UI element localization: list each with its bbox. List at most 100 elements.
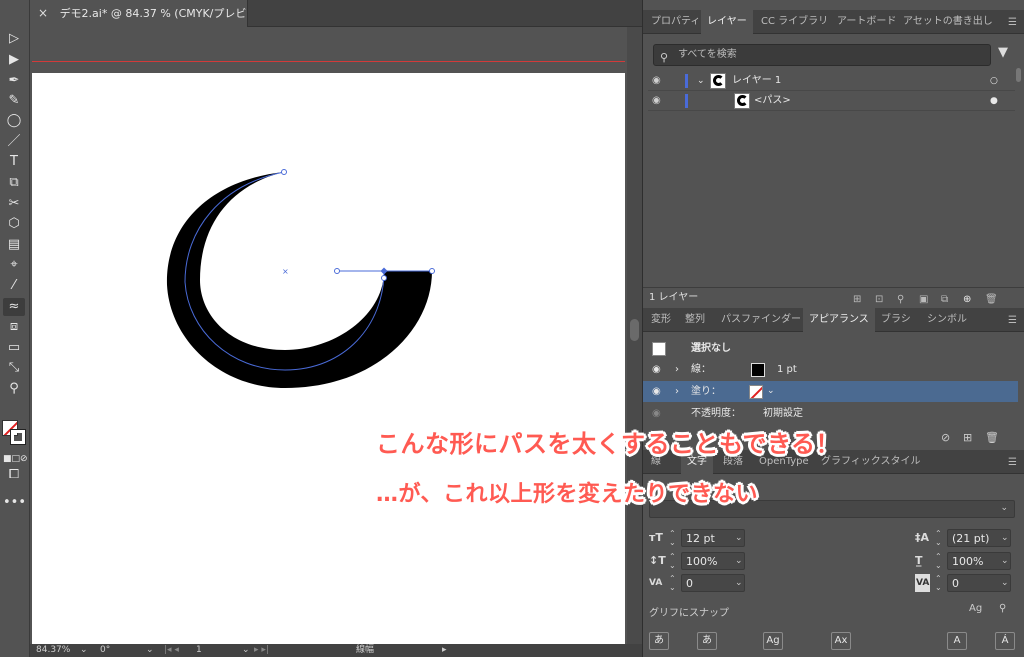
artboard-tool-icon[interactable]: ▭ xyxy=(3,339,25,357)
zoom-tool-icon[interactable]: ⚲ xyxy=(3,380,25,398)
eyedropper-tool-icon[interactable]: ⁄ xyxy=(3,277,25,295)
snap-xheight-icon[interactable]: あ xyxy=(697,632,717,650)
stepper-icon[interactable]: ⌃ ⌄ xyxy=(669,529,676,547)
tab-artboards[interactable]: アートボード xyxy=(831,10,902,34)
chevron-down-icon[interactable]: ⌄ xyxy=(1001,552,1009,570)
artboard[interactable] xyxy=(32,73,625,644)
direct-selection-tool-icon[interactable]: ▶ xyxy=(3,51,25,69)
stepper-icon[interactable]: ⌃ ⌄ xyxy=(935,552,942,570)
expand-chevron-icon[interactable]: ⌄ xyxy=(697,71,705,91)
paintbrush-tool-icon[interactable]: ／ xyxy=(3,133,25,151)
new-layer-icon[interactable]: ⊕ xyxy=(963,290,971,310)
tab-brushes[interactable]: ブラシ xyxy=(875,308,917,332)
stroke-swatch[interactable] xyxy=(751,363,765,377)
chevron-down-icon[interactable]: ⌄ xyxy=(1001,574,1009,592)
fill-none-swatch[interactable] xyxy=(749,385,763,399)
close-tab-icon[interactable]: × xyxy=(38,6,48,20)
fill-stroke-icon[interactable] xyxy=(2,420,26,446)
chevron-down-icon[interactable]: ⌄ xyxy=(735,552,743,570)
opacity-row[interactable]: ◉ 不透明度： 初期設定 xyxy=(643,403,1018,424)
tab-pathfinder[interactable]: パスファインダー xyxy=(715,308,807,332)
opacity-value[interactable]: 初期設定 xyxy=(763,403,803,424)
snap-anchor-icon[interactable]: Á xyxy=(995,632,1015,650)
new-sublayer-icon[interactable]: ⧉ xyxy=(941,290,948,310)
stroke-row[interactable]: ◉ › 線： 1 pt xyxy=(643,359,1018,380)
snap-glyph-bounds-icon[interactable]: Ag xyxy=(763,632,783,650)
filter-icon[interactable]: ▼ xyxy=(998,45,1008,60)
visibility-eye-icon[interactable]: ◉ xyxy=(652,403,661,424)
panel-menu-icon[interactable]: ☰ xyxy=(1008,315,1017,326)
tab-cc-libraries[interactable]: CC ライブラリ xyxy=(755,10,834,34)
delete-layer-icon[interactable]: 🗑 xyxy=(985,290,998,310)
tab-transform[interactable]: 変形 xyxy=(645,308,677,332)
artboard-number[interactable]: 1 xyxy=(196,644,202,657)
zoom-dropdown-icon[interactable]: ⌄ xyxy=(80,644,88,657)
vertical-scrollbar[interactable] xyxy=(627,27,642,644)
delete-item-icon[interactable]: 🗑 xyxy=(985,431,999,444)
kerning-control[interactable]: VA ⌃ ⌄ 0 ⌄ xyxy=(649,574,749,592)
rotation-dropdown-icon[interactable]: ⌄ xyxy=(146,644,154,657)
layer-name[interactable]: レイヤー 1 xyxy=(732,71,781,91)
visibility-eye-icon[interactable]: ◉ xyxy=(652,91,661,111)
zoom-level[interactable]: 84.37% xyxy=(36,644,70,657)
pen-tool-icon[interactable]: ✒ xyxy=(3,72,25,90)
scissors-tool-icon[interactable]: ✂ xyxy=(3,195,25,213)
clipping-mask-icon[interactable]: ▣ xyxy=(919,290,928,310)
visibility-eye-icon[interactable]: ◉ xyxy=(652,381,661,402)
locate-object-icon[interactable]: ⚲ xyxy=(897,290,904,310)
layers-search-input[interactable]: ⚲ すべてを検索 xyxy=(653,44,991,66)
expand-chevron-icon[interactable]: › xyxy=(675,359,679,380)
rotate-tool-icon[interactable]: ⧉ xyxy=(3,174,25,192)
document-tab[interactable]: × デモ2.ai* @ 84.37 % (CMYK/プレビュー) xyxy=(30,0,248,47)
snap-angular-icon[interactable]: A xyxy=(947,632,967,650)
tab-layers[interactable]: レイヤー xyxy=(701,10,753,34)
type-tool-icon[interactable]: T xyxy=(3,153,25,171)
panel-menu-icon[interactable]: ☰ xyxy=(1008,17,1017,28)
gradient-tool-icon[interactable]: ▤ xyxy=(3,236,25,254)
duplicate-item-icon[interactable]: ⊞ xyxy=(963,431,972,444)
curvature-tool-icon[interactable]: ✎ xyxy=(3,92,25,110)
panel-menu-icon[interactable]: ☰ xyxy=(1008,457,1017,468)
slice-tool-icon[interactable]: ⤡ xyxy=(3,359,25,377)
fill-dropdown-icon[interactable]: ⌄ xyxy=(767,381,775,402)
stepper-icon[interactable]: ⌃ ⌄ xyxy=(669,574,676,592)
stepper-icon[interactable]: ⌃ ⌄ xyxy=(935,574,942,592)
rotation-value[interactable]: 0° xyxy=(100,644,110,657)
expand-chevron-icon[interactable]: › xyxy=(675,381,679,402)
stroke-weight[interactable]: 1 pt xyxy=(777,359,797,380)
chevron-down-icon[interactable]: ⌄ xyxy=(1001,529,1009,547)
draw-mode-icon[interactable]: ⧠ xyxy=(3,466,25,484)
clear-appearance-icon[interactable]: ⊘ xyxy=(941,431,950,444)
snap-options-icon[interactable]: ⚲ xyxy=(999,603,1006,614)
horizontal-scale-control[interactable]: T̲ ⌃ ⌄ 100% ⌄ xyxy=(915,552,1015,570)
tab-asset-export[interactable]: アセットの書き出し xyxy=(897,10,999,34)
snap-glyph-icon[interactable]: Ag xyxy=(969,603,982,614)
tab-align[interactable]: 整列 xyxy=(679,308,711,332)
layers-scrollbar-thumb[interactable] xyxy=(1016,68,1021,82)
scrollbar-thumb[interactable] xyxy=(630,319,639,341)
shape-builder-tool-icon[interactable]: ⬡ xyxy=(3,215,25,233)
artboard-dropdown-icon[interactable]: ⌄ xyxy=(242,644,250,657)
chevron-down-icon[interactable]: ⌄ xyxy=(735,529,743,547)
target-circle-icon[interactable]: ○ xyxy=(990,71,998,91)
status-menu-icon[interactable]: ▸ xyxy=(442,644,447,657)
tab-symbols[interactable]: シンボル xyxy=(921,308,973,332)
ellipse-tool-icon[interactable]: ◯ xyxy=(3,112,25,130)
snap-baseline-icon[interactable]: あ xyxy=(649,632,669,650)
mesh-tool-icon[interactable]: ⌖ xyxy=(3,256,25,274)
visibility-eye-icon[interactable]: ◉ xyxy=(652,71,661,91)
next-artboard-icon[interactable]: ▸ ▸| xyxy=(254,644,269,657)
tab-properties[interactable]: プロパティ xyxy=(645,10,706,34)
sublayer-row[interactable]: ◉ <パス> ● xyxy=(648,91,1015,111)
tracking-control[interactable]: VA ⌃ ⌄ 0 ⌄ xyxy=(915,574,1015,592)
snap-proximity-icon[interactable]: Ax xyxy=(831,632,851,650)
more-tools-icon[interactable]: ••• xyxy=(3,494,26,512)
path-name[interactable]: <パス> xyxy=(754,91,791,111)
layer-row[interactable]: ◉ ⌄ レイヤー 1 ○ xyxy=(648,71,1015,91)
tab-appearance[interactable]: アピアランス xyxy=(803,308,875,332)
make-clip-icon[interactable]: ⊡ xyxy=(875,290,883,310)
chevron-down-icon[interactable]: ⌄ xyxy=(735,574,743,592)
stepper-icon[interactable]: ⌃ ⌄ xyxy=(935,529,942,547)
blend-tool-icon[interactable]: ⧈ xyxy=(3,318,25,336)
width-tool-icon[interactable]: ≈ xyxy=(3,298,25,316)
